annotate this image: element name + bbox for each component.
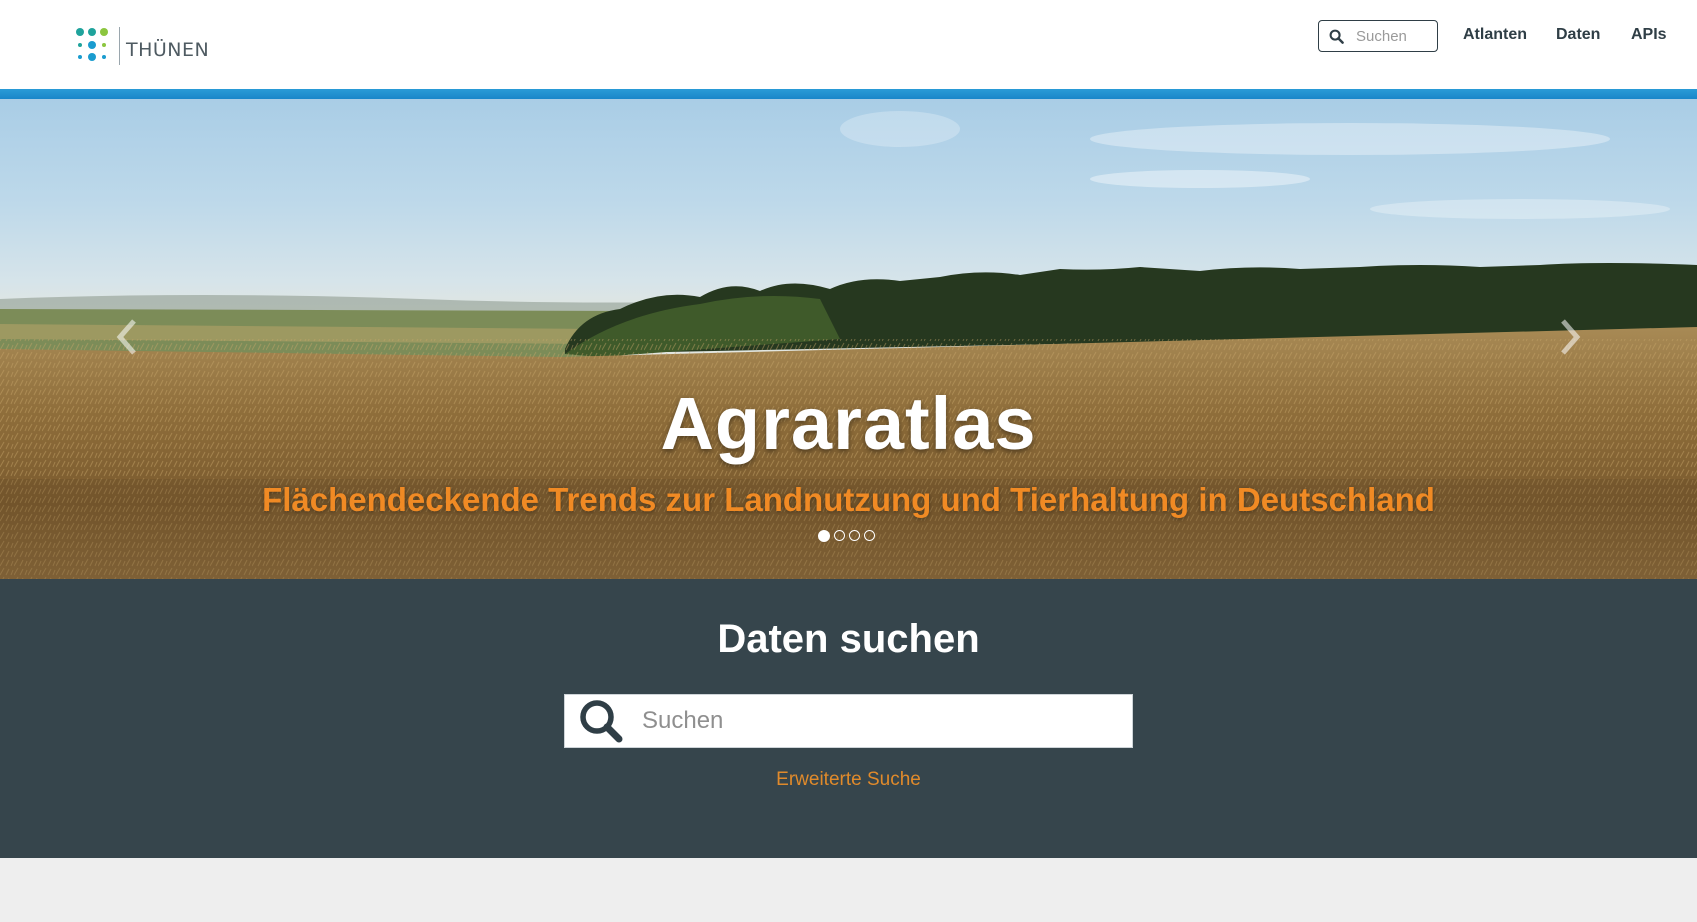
nav-apis[interactable]: APIs — [1631, 26, 1667, 44]
data-search-section: Daten suchen Erweiterte Suche — [0, 579, 1697, 858]
carousel-indicator-3[interactable] — [849, 530, 860, 541]
footer-area — [0, 858, 1697, 922]
search-icon — [1329, 29, 1344, 44]
logo-divider — [119, 27, 120, 65]
carousel-indicator-2[interactable] — [834, 530, 845, 541]
main-search-box[interactable] — [564, 694, 1133, 748]
site-header: THÜNEN Atlanten Daten APIs — [0, 0, 1697, 89]
carousel-next-icon[interactable] — [1555, 317, 1585, 357]
carousel-prev-icon[interactable] — [112, 317, 142, 357]
thuenen-logo[interactable]: THÜNEN — [75, 26, 209, 66]
nav-atlanten[interactable]: Atlanten — [1463, 26, 1527, 44]
header-search-box[interactable] — [1318, 20, 1438, 52]
advanced-search-link[interactable]: Erweiterte Suche — [0, 769, 1697, 791]
hero-carousel: Agraratlas Flächendeckende Trends zur La… — [0, 99, 1697, 579]
header-search-input[interactable] — [1354, 26, 1434, 46]
main-search-input[interactable] — [640, 706, 1110, 736]
header-accent-bar — [0, 89, 1697, 99]
data-search-title: Daten suchen — [717, 617, 980, 661]
carousel-indicators — [818, 530, 875, 542]
nav-daten[interactable]: Daten — [1556, 26, 1600, 44]
search-icon — [580, 700, 623, 743]
hero-subtitle: Flächendeckende Trends zur Landnutzung u… — [262, 481, 1435, 518]
carousel-indicator-1[interactable] — [818, 530, 830, 542]
hero-title: Agraratlas — [660, 382, 1037, 465]
thuenen-logo-mark-icon — [76, 28, 108, 61]
carousel-indicator-4[interactable] — [864, 530, 875, 541]
logo-text: THÜNEN — [126, 39, 210, 61]
